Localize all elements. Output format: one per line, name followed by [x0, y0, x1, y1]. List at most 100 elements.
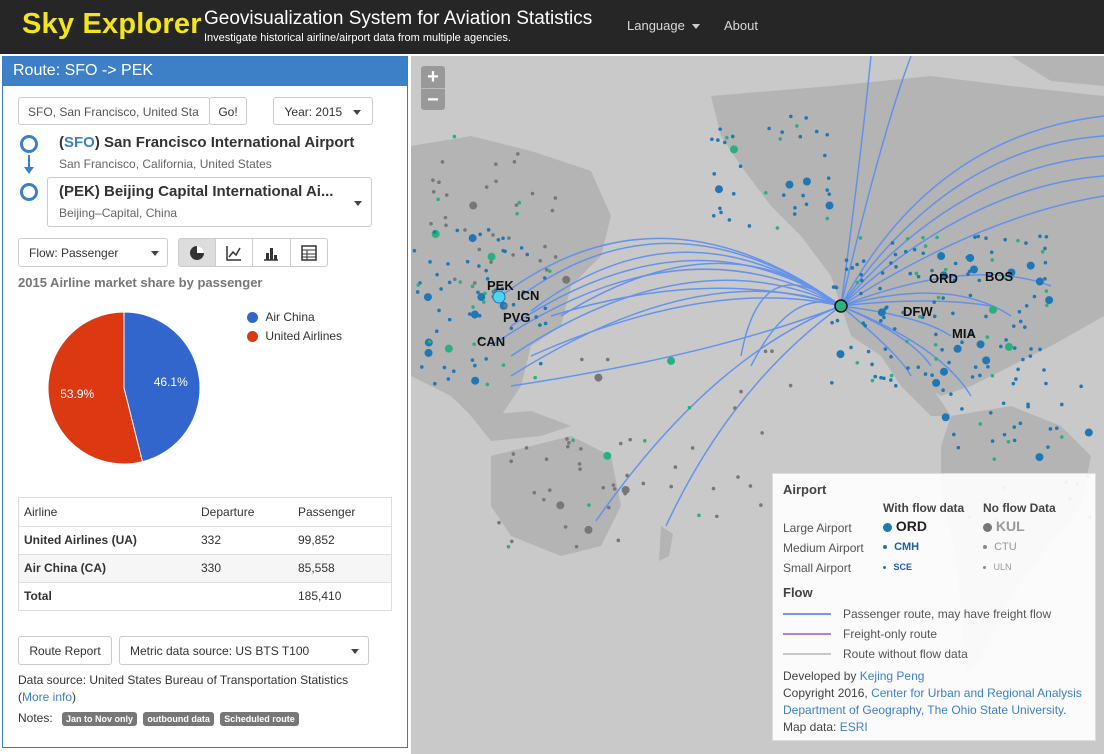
airport-dot[interactable]	[511, 253, 515, 257]
airport-dot[interactable]	[763, 190, 768, 195]
about-link[interactable]: About	[724, 18, 758, 33]
airport-dot[interactable]	[444, 193, 449, 197]
airport-dot[interactable]	[491, 233, 495, 237]
airport-dot[interactable]	[547, 269, 552, 273]
airport-dot[interactable]	[465, 259, 470, 264]
airport-dot[interactable]	[984, 314, 988, 319]
airport-dot[interactable]	[496, 238, 501, 242]
airport-dot[interactable]	[759, 503, 763, 507]
airport-dot[interactable]	[930, 373, 934, 378]
airport-dot[interactable]	[916, 274, 921, 279]
airport-dot[interactable]	[969, 265, 978, 274]
airport-label-ord[interactable]: ORD	[929, 271, 958, 286]
airport-dot[interactable]	[447, 317, 452, 322]
airport-dot[interactable]	[921, 251, 925, 256]
airport-dot[interactable]	[1045, 303, 1049, 308]
airport-dot[interactable]	[485, 382, 490, 387]
airport-dot[interactable]	[423, 293, 432, 302]
airport-dot[interactable]	[429, 221, 433, 226]
airport-dot[interactable]	[577, 462, 582, 466]
zoom-in-button[interactable]: +	[421, 66, 445, 88]
airport-dot[interactable]	[795, 124, 799, 128]
airport-dot[interactable]	[883, 347, 888, 351]
airport-dot[interactable]	[825, 132, 830, 137]
airport-dot[interactable]	[905, 339, 909, 344]
airport-dot[interactable]	[486, 228, 491, 232]
airport-dot[interactable]	[965, 255, 970, 260]
table-button[interactable]	[290, 238, 329, 267]
airport-dot[interactable]	[643, 438, 647, 443]
airport-dot[interactable]	[447, 280, 452, 285]
more-info-link[interactable]: More info	[22, 690, 72, 704]
airport-dot[interactable]	[477, 293, 486, 302]
airport-dot[interactable]	[468, 234, 477, 243]
airport-dot[interactable]	[711, 213, 716, 218]
airport-dot[interactable]	[804, 116, 808, 120]
airport-dot[interactable]	[565, 444, 570, 449]
airport-dot[interactable]	[538, 258, 543, 263]
airport-dot[interactable]	[990, 258, 995, 262]
airport-dot[interactable]	[476, 290, 480, 295]
airport-dot[interactable]	[863, 323, 867, 328]
airport-dot[interactable]	[471, 305, 475, 309]
airport-dot[interactable]	[550, 208, 555, 213]
airport-dot[interactable]	[976, 234, 981, 239]
airport-label-pek[interactable]: PEK	[487, 278, 514, 293]
airport-dot[interactable]	[712, 172, 717, 176]
airport-dot[interactable]	[509, 326, 514, 331]
search-input[interactable]: SFO, San Francisco, United Sta	[18, 97, 210, 125]
airport-dot[interactable]	[798, 134, 803, 139]
airport-dot[interactable]	[1026, 261, 1035, 270]
route-report-button[interactable]: Route Report	[18, 636, 112, 665]
airport-dot[interactable]	[1079, 384, 1083, 389]
airport-dot[interactable]	[916, 365, 921, 369]
airport-dot[interactable]	[953, 344, 962, 353]
airport-dot[interactable]	[1024, 241, 1028, 245]
airport-dot[interactable]	[870, 378, 875, 383]
airport-dot[interactable]	[849, 345, 853, 350]
year-select[interactable]: Year: 2015	[273, 97, 373, 125]
airport-dot[interactable]	[788, 383, 793, 388]
airport-dot[interactable]	[1017, 309, 1022, 314]
airport-dot[interactable]	[497, 520, 501, 525]
airport-dot[interactable]	[763, 349, 768, 354]
airport-dot[interactable]	[1021, 357, 1025, 362]
airport-label-can[interactable]: CAN	[477, 334, 505, 349]
airport-dot[interactable]	[718, 127, 722, 131]
airport-dot[interactable]	[1018, 319, 1023, 324]
airport-dot[interactable]	[436, 197, 440, 202]
airport-dot[interactable]	[514, 203, 519, 207]
airport-dot[interactable]	[690, 446, 695, 450]
airport-dot[interactable]	[1012, 425, 1017, 429]
airport-dot[interactable]	[470, 284, 475, 289]
airport-dot[interactable]	[727, 218, 732, 222]
airport-dot[interactable]	[1032, 294, 1037, 299]
airport-dot[interactable]	[1011, 381, 1016, 386]
airport-dot[interactable]	[543, 306, 548, 311]
airport-dot[interactable]	[524, 446, 529, 450]
airport-dot[interactable]	[612, 487, 617, 491]
airport-dot[interactable]	[1016, 238, 1020, 243]
airport-dot[interactable]	[823, 153, 827, 158]
airport-dot[interactable]	[889, 261, 893, 265]
airport-label-mia[interactable]: MIA	[952, 326, 976, 341]
airport-dot[interactable]	[451, 369, 456, 374]
airport-dot[interactable]	[641, 481, 646, 486]
airport-dot[interactable]	[484, 268, 488, 273]
airport-dot[interactable]	[556, 501, 565, 510]
airport-dot[interactable]	[477, 264, 481, 268]
airport-dot[interactable]	[1045, 296, 1054, 305]
airport-dot[interactable]	[937, 252, 946, 261]
airport-dot[interactable]	[893, 252, 898, 257]
airport-dot[interactable]	[719, 210, 723, 215]
airport-dot[interactable]	[519, 246, 524, 250]
airport-dot[interactable]	[1011, 324, 1016, 328]
airport-dot[interactable]	[434, 329, 439, 334]
airport-dot[interactable]	[951, 311, 955, 316]
airport-dot[interactable]	[827, 192, 832, 196]
airport-dot[interactable]	[933, 342, 938, 347]
airport-dot[interactable]	[990, 439, 995, 443]
airport-label-dfw[interactable]: DFW	[903, 304, 933, 319]
airport-dot[interactable]	[1043, 277, 1047, 281]
airport-dot[interactable]	[956, 445, 961, 450]
